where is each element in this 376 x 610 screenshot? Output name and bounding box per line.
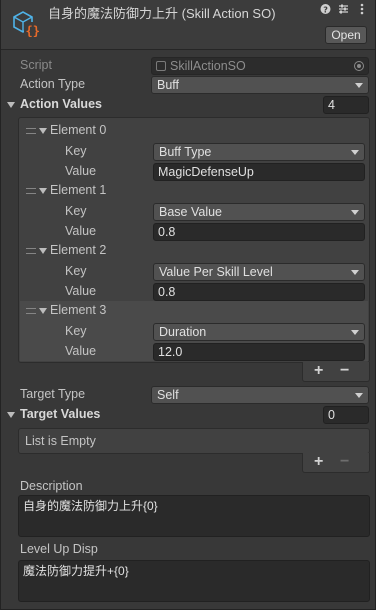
- add-element-button[interactable]: +: [314, 454, 323, 470]
- action-values-footer: + −: [302, 362, 370, 382]
- key-dropdown[interactable]: Base Value: [153, 203, 365, 221]
- list-element: Element 1 Key Base Value Value 0.8: [20, 181, 368, 241]
- level-up-textarea[interactable]: 魔法防御力提升+{0}: [18, 560, 370, 602]
- script-field: SkillActionSO: [151, 57, 369, 75]
- description-textarea[interactable]: 自身的魔法防御力上升{0}: [18, 495, 370, 537]
- key-value: Buff Type: [159, 145, 212, 159]
- key-dropdown[interactable]: Value Per Skill Level: [153, 263, 365, 281]
- key-value: Duration: [159, 325, 207, 339]
- inspector-panel: {} 自身的魔法防御力上升 (Skill Action SO) ? Open S…: [0, 0, 376, 610]
- more-options-icon[interactable]: [356, 3, 367, 18]
- target-values-label: Target Values: [20, 407, 101, 421]
- action-type-label: Action Type: [20, 77, 86, 91]
- action-values-size-field[interactable]: 4: [323, 96, 369, 114]
- open-button[interactable]: Open: [325, 26, 367, 44]
- script-row: Script SkillActionSO: [1, 56, 375, 76]
- description-label: Description: [20, 479, 83, 493]
- element-label: Element 0: [50, 123, 107, 137]
- action-type-row: Action Type Buff: [1, 75, 375, 95]
- foldout-arrow-icon[interactable]: [39, 308, 47, 314]
- svg-text:{}: {}: [26, 24, 40, 38]
- scriptable-object-icon: {}: [13, 11, 40, 38]
- value-field[interactable]: 0.8: [153, 223, 365, 241]
- element-label: Element 3: [50, 303, 107, 317]
- target-values-footer: + −: [302, 453, 370, 473]
- key-value: Base Value: [159, 205, 223, 219]
- foldout-arrow-icon[interactable]: [39, 128, 47, 134]
- drag-handle-icon[interactable]: [26, 128, 36, 134]
- svg-text:?: ?: [323, 6, 328, 15]
- action-type-dropdown[interactable]: Buff: [151, 76, 369, 94]
- value-field[interactable]: 0.8: [153, 283, 365, 301]
- action-values-label: Action Values: [20, 97, 102, 111]
- target-values-list: List is Empty: [18, 428, 370, 454]
- description-row: Description: [1, 477, 375, 497]
- foldout-arrow-icon[interactable]: [7, 412, 15, 418]
- level-up-label: Level Up Disp: [20, 542, 98, 556]
- value-field[interactable]: 12.0: [153, 343, 365, 361]
- drag-handle-icon[interactable]: [26, 248, 36, 254]
- preset-icon[interactable]: [338, 3, 349, 18]
- drag-handle-icon[interactable]: [26, 188, 36, 194]
- add-element-button[interactable]: +: [314, 363, 323, 379]
- target-type-row: Target Type Self: [1, 385, 375, 405]
- value-label: Value: [65, 344, 97, 358]
- element-label: Element 1: [50, 183, 107, 197]
- action-type-value: Buff: [157, 78, 180, 92]
- chevron-down-icon: [351, 270, 359, 275]
- remove-element-button: −: [340, 453, 350, 470]
- target-values-size-field[interactable]: 0: [323, 406, 369, 424]
- target-type-dropdown[interactable]: Self: [151, 386, 369, 404]
- script-label: Script: [20, 58, 52, 72]
- key-label: Key: [65, 324, 87, 338]
- value-label: Value: [65, 224, 97, 238]
- header-icons: ?: [320, 3, 367, 18]
- key-label: Key: [65, 144, 87, 158]
- key-dropdown[interactable]: Duration: [153, 323, 365, 341]
- remove-element-button[interactable]: −: [340, 363, 349, 379]
- chevron-down-icon: [351, 150, 359, 155]
- action-values-list: Element 0 Key Buff Type Value MagicDefen…: [18, 117, 370, 363]
- help-icon[interactable]: ?: [320, 3, 331, 18]
- drag-handle-icon[interactable]: [26, 308, 36, 314]
- action-values-header[interactable]: Action Values 4: [1, 95, 375, 115]
- script-file-icon: [156, 61, 166, 71]
- list-element-selected: Element 3 Key Duration Value 12.0: [20, 301, 368, 361]
- chevron-down-icon: [351, 330, 359, 335]
- chevron-down-icon: [351, 210, 359, 215]
- key-dropdown[interactable]: Buff Type: [153, 143, 365, 161]
- chevron-down-icon: [355, 83, 363, 88]
- inspector-header: {} 自身的魔法防御力上升 (Skill Action SO) ? Open: [1, 0, 375, 50]
- list-element: Element 0 Key Buff Type Value MagicDefen…: [20, 121, 368, 181]
- target-type-value: Self: [157, 388, 179, 402]
- asset-title: 自身的魔法防御力上升 (Skill Action SO): [48, 6, 276, 21]
- value-label: Value: [65, 284, 97, 298]
- level-up-row: Level Up Disp: [1, 540, 375, 560]
- object-picker-icon: [354, 61, 364, 71]
- foldout-arrow-icon[interactable]: [7, 102, 15, 108]
- key-label: Key: [65, 264, 87, 278]
- key-value: Value Per Skill Level: [159, 265, 273, 279]
- element-label: Element 2: [50, 243, 107, 257]
- value-field[interactable]: MagicDefenseUp: [153, 163, 365, 181]
- empty-list-text: List is Empty: [25, 434, 96, 448]
- value-label: Value: [65, 164, 97, 178]
- script-value: SkillActionSO: [170, 59, 246, 73]
- target-values-header[interactable]: Target Values 0: [1, 405, 375, 425]
- foldout-arrow-icon[interactable]: [39, 188, 47, 194]
- key-label: Key: [65, 204, 87, 218]
- list-element: Element 2 Key Value Per Skill Level Valu…: [20, 241, 368, 301]
- chevron-down-icon: [355, 393, 363, 398]
- foldout-arrow-icon[interactable]: [39, 248, 47, 254]
- target-type-label: Target Type: [20, 387, 86, 401]
